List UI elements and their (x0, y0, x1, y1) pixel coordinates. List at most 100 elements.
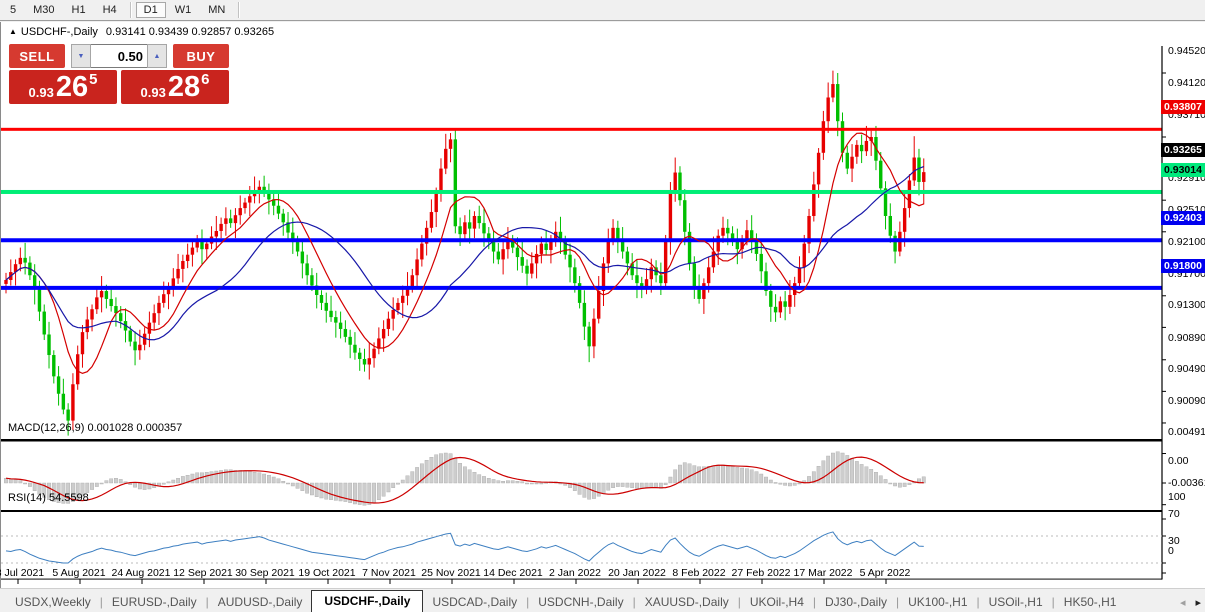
candle (435, 188, 438, 228)
chart-tab-uk100-h1[interactable]: UK100-,H1 (899, 592, 976, 612)
chart-tab-hk50-h1[interactable]: HK50-,H1 (1055, 592, 1126, 612)
candle (291, 218, 294, 254)
candle (564, 236, 567, 260)
candle (315, 273, 318, 309)
candle (458, 218, 461, 246)
candle (301, 240, 304, 278)
buy-price-display[interactable]: 0.93 28 6 (121, 70, 229, 104)
hlines-layer (1, 128, 1162, 290)
candle (568, 244, 571, 283)
candle (325, 293, 328, 323)
candle (205, 239, 208, 259)
chart-tab-usdcad-daily[interactable]: USDCAD-,Daily (423, 592, 526, 612)
candle (200, 229, 203, 264)
volume-decrease-button[interactable]: ▼ (71, 44, 91, 68)
candle (391, 297, 394, 330)
candle (196, 235, 199, 252)
chart-tab-usdcnh-daily[interactable]: USDCNH-,Daily (529, 592, 632, 612)
candle (76, 346, 79, 390)
timeframe-button-w1[interactable]: W1 (167, 2, 200, 18)
chart-tab-usdchf-daily[interactable]: USDCHF-,Daily (311, 590, 423, 612)
candle (879, 152, 882, 194)
candle (310, 268, 313, 291)
candle (143, 327, 146, 350)
candle (903, 193, 906, 247)
tab-scroll-left-icon[interactable]: ◂ (1180, 596, 1186, 609)
candle (621, 227, 624, 259)
candle (831, 71, 834, 103)
candle (654, 260, 657, 282)
timeframe-button-d1[interactable]: D1 (136, 2, 166, 18)
chart-tab-eurusd-daily[interactable]: EURUSD-,Daily (103, 592, 206, 612)
buy-button[interactable]: BUY (173, 44, 229, 68)
candle (721, 217, 724, 243)
candle (516, 237, 519, 270)
timeframe-button-h4[interactable]: H4 (95, 2, 125, 18)
candle (717, 229, 720, 265)
chart-tab-usdx-weekly[interactable]: USDX,Weekly (6, 592, 100, 612)
candle (506, 227, 509, 259)
horizontal-level-line[interactable] (1, 286, 1162, 290)
chart-tab-usoil-h1[interactable]: USOil-,H1 (980, 592, 1052, 612)
timeframe-button-5[interactable]: 5 (2, 2, 24, 18)
candle (841, 113, 844, 163)
horizontal-level-line[interactable] (1, 128, 1162, 131)
candle (172, 268, 175, 296)
candle (898, 222, 901, 257)
candle (674, 158, 677, 202)
candle (707, 257, 710, 293)
candle (908, 174, 911, 217)
candle (745, 220, 748, 245)
sell-button[interactable]: SELL (9, 44, 65, 68)
candle (922, 158, 925, 204)
candle (420, 235, 423, 267)
volume-control: ▼ ▲ (71, 44, 167, 68)
candle (23, 243, 26, 275)
candle (86, 307, 89, 339)
candle (889, 203, 892, 243)
candle (396, 298, 399, 315)
candle (669, 182, 672, 255)
candle (549, 235, 552, 263)
candle (616, 221, 619, 253)
timeframe-button-m30[interactable]: M30 (25, 2, 62, 18)
tab-scroll-right-icon[interactable]: ▸ (1195, 596, 1201, 609)
candle (377, 327, 380, 354)
chart-tab-xauusd-daily[interactable]: XAUUSD-,Daily (636, 592, 738, 612)
sell-price-display[interactable]: 0.93 26 5 (9, 70, 117, 104)
candle (554, 222, 557, 247)
horizontal-level-line[interactable] (1, 190, 1162, 194)
candle (262, 176, 265, 197)
volume-input[interactable] (91, 44, 147, 68)
candle (788, 280, 791, 314)
timeframe-button-h1[interactable]: H1 (64, 2, 94, 18)
candle (702, 278, 705, 314)
candle (444, 134, 447, 174)
chart-tab-dj30-daily[interactable]: DJ30-,Daily (816, 592, 896, 612)
candle (602, 257, 605, 306)
candle (822, 111, 825, 160)
volume-increase-button[interactable]: ▲ (147, 44, 167, 68)
candle (683, 189, 686, 245)
candle (487, 227, 490, 249)
chart-tab-ukoil-h4[interactable]: UKOil-,H4 (741, 592, 813, 612)
timeframe-button-mn[interactable]: MN (200, 2, 233, 18)
candle (544, 231, 547, 255)
candle (19, 248, 22, 272)
collapse-arrow-icon[interactable]: ▲ (9, 27, 17, 36)
candle (248, 186, 251, 216)
candle (803, 235, 806, 282)
candle (353, 332, 356, 360)
candle (239, 195, 242, 224)
horizontal-level-line[interactable] (1, 238, 1162, 242)
candle (282, 209, 285, 236)
candle (167, 282, 170, 309)
candle (764, 263, 767, 296)
candle (425, 221, 428, 256)
candle (219, 218, 222, 239)
chart-tab-audusd-daily[interactable]: AUDUSD-,Daily (209, 592, 312, 612)
candle (482, 208, 485, 247)
candle (449, 133, 452, 162)
candle (320, 290, 323, 310)
symbol-label: USDCHF-,Daily (21, 26, 98, 38)
